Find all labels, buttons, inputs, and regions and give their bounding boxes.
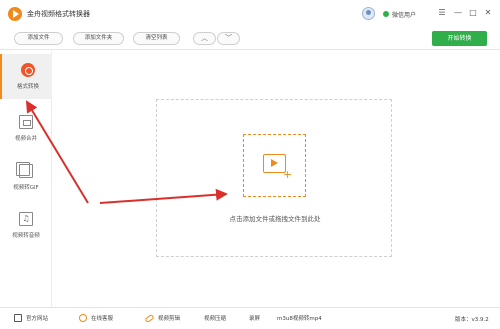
online-service-link[interactable]: 在线客服 [79, 314, 113, 322]
sidebar-item-label: 视频转音频 [12, 233, 40, 239]
monitor-icon [14, 314, 22, 322]
service-icon [79, 314, 87, 322]
app-logo-icon [8, 7, 22, 21]
title-bar: 金舟视频格式转换器 微信用户 ☰ — □ ✕ [0, 0, 500, 28]
add-file-button[interactable]: 添加文件 [14, 32, 63, 45]
sidebar-item-label: 视频转GIF [13, 185, 39, 191]
official-site-label: 官方网站 [26, 316, 49, 322]
add-file-area[interactable]: + [243, 134, 306, 197]
video-compress-label: 视频压缩 [204, 316, 227, 322]
screen-record-link[interactable]: 录屏 [249, 314, 260, 322]
official-site-link[interactable]: 官方网站 [14, 314, 48, 322]
m3u8-convert-label: m3u8视频转mp4 [277, 316, 322, 322]
add-folder-button[interactable]: 添加文件夹 [73, 32, 124, 45]
start-convert-button[interactable]: 开始转换 [432, 31, 487, 46]
screen-record-label: 录屏 [249, 316, 261, 322]
video-to-audio-icon: ♫ [19, 212, 33, 226]
move-down-button[interactable]: ﹀ [217, 32, 240, 45]
sidebar-item-format-convert[interactable]: 格式转换 [0, 54, 52, 99]
wechat-icon [383, 10, 389, 17]
sidebar-item-label: 格式转换 [16, 84, 39, 90]
drop-hint-text: 点击添加文件或拖拽文件到此处 [229, 215, 321, 223]
sidebar-item-label: 视频合并 [14, 136, 37, 142]
video-edit-label: 视频剪辑 [158, 316, 181, 322]
avatar[interactable] [362, 7, 375, 20]
plus-icon: + [283, 168, 293, 181]
toolbar: 添加文件 添加文件夹 清空列表 ︿ ﹀ 开始转换 [0, 28, 500, 50]
video-to-gif-icon [16, 162, 33, 178]
video-merge-icon [19, 115, 33, 129]
video-edit-link[interactable]: 视频剪辑 [144, 313, 181, 323]
user-account[interactable]: 微信用户 [362, 7, 416, 20]
main-content: + 点击添加文件或拖拽文件到此处 [53, 51, 500, 307]
file-drop-zone[interactable]: + 点击添加文件或拖拽文件到此处 [156, 99, 392, 257]
close-icon[interactable]: ✕ [483, 8, 493, 18]
sidebar: 格式转换 视频合并 视频转GIF ♫ 视频转音频 [0, 51, 52, 307]
sidebar-item-video-to-gif[interactable]: 视频转GIF [0, 155, 52, 200]
minimize-icon[interactable]: — [453, 8, 463, 18]
link-icon [144, 313, 155, 323]
format-convert-icon [21, 63, 35, 77]
online-service-label: 在线客服 [91, 316, 114, 322]
menu-icon[interactable]: ☰ [437, 8, 447, 18]
m3u8-convert-link[interactable]: m3u8视频转mp4 [277, 314, 322, 322]
version-text: 版本：v3.9.2 [455, 317, 489, 323]
sidebar-item-video-merge[interactable]: 视频合并 [0, 106, 52, 151]
app-title: 金舟视频格式转换器 [27, 10, 90, 18]
footer-bar: 官方网站 在线客服 视频剪辑 视频压缩 录屏 m3u8视频转mp4 版本：v3.… [0, 307, 500, 329]
video-compress-link[interactable]: 视频压缩 [204, 314, 226, 322]
move-up-button[interactable]: ︿ [193, 32, 216, 45]
user-name[interactable]: 微信用户 [392, 10, 416, 19]
maximize-icon[interactable]: □ [468, 8, 478, 18]
clear-list-button[interactable]: 清空列表 [133, 32, 180, 45]
sidebar-item-video-to-audio[interactable]: ♫ 视频转音频 [0, 203, 52, 248]
